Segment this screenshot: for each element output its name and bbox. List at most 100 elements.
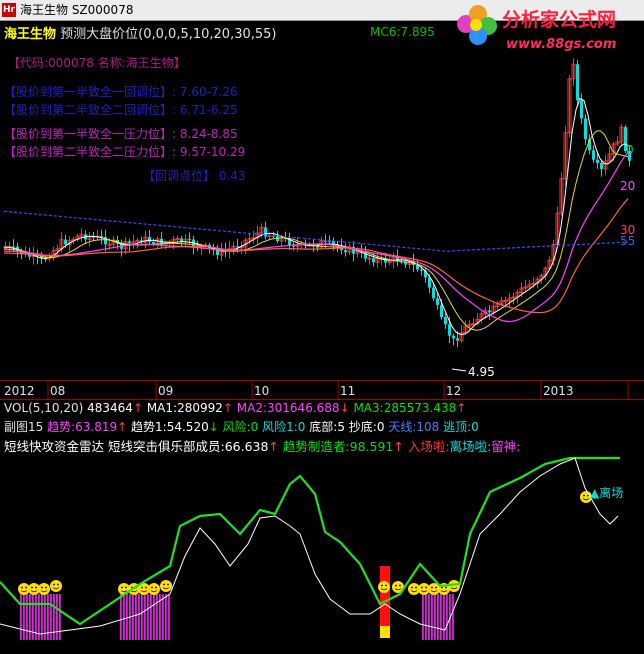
- signal-bar: [440, 594, 442, 640]
- trend-maker-line: [0, 456, 620, 626]
- candle-down: [444, 317, 447, 325]
- signal-bar: [41, 594, 43, 640]
- smiley-icon: [378, 581, 390, 593]
- signal-bar: [29, 594, 31, 640]
- signal-bar: [422, 594, 424, 640]
- smiley-eye: [45, 586, 47, 589]
- ma5-line: [3, 97, 629, 335]
- smiley-eye: [445, 586, 447, 589]
- axis-2012: 2012: [4, 384, 35, 398]
- candle-down: [420, 269, 423, 271]
- bottom-bar: [380, 626, 390, 638]
- vol-ma2: MA2:301646.688: [236, 401, 340, 415]
- candle-down: [592, 150, 595, 160]
- candle-down: [436, 298, 439, 306]
- smiley-icon: [160, 580, 172, 592]
- sub-header-1: 副图15 趋势:63.819↑ 趋势1:54.520↓ 风险:0 风险1:0 底…: [4, 420, 479, 434]
- oscillator-chart[interactable]: [0, 454, 644, 654]
- axis-08: 08: [50, 384, 65, 398]
- vol-label: VOL(5,10,20): [4, 401, 84, 415]
- candle-down: [148, 237, 151, 242]
- risk-bar: [380, 566, 390, 626]
- smiley-eye: [385, 584, 387, 587]
- candle-down: [596, 159, 599, 164]
- vol-ma1: MA1:280992: [146, 401, 223, 415]
- candle-down: [432, 287, 435, 299]
- smiley-eye: [41, 586, 43, 589]
- smiley-eye: [35, 586, 37, 589]
- smiley-eye: [399, 584, 401, 587]
- signal-bar: [32, 594, 34, 640]
- signal-bar: [153, 594, 155, 640]
- candle-down: [216, 250, 219, 256]
- candle-down: [624, 127, 627, 151]
- time-axis: 2012 08 09 10 11 12 2013: [0, 380, 644, 400]
- axis-2013: 2013: [543, 384, 574, 398]
- signal-bar: [452, 594, 454, 640]
- signal-bar: [144, 594, 146, 640]
- candle-down: [344, 250, 347, 253]
- axis-12: 12: [446, 384, 461, 398]
- sub-header-2: 短线快攻资金雷达 短线突击俱乐部成员:66.638↑ 趋势制造者:98.591↑…: [4, 439, 521, 454]
- candle-down: [12, 246, 15, 248]
- signal-bar: [150, 594, 152, 640]
- smiley-eye: [53, 583, 55, 586]
- signal-bar: [446, 594, 448, 640]
- candle-down: [448, 324, 451, 336]
- leave-marker: ▲离场: [590, 486, 624, 500]
- smiley-icon: [38, 583, 50, 595]
- candle-up: [503, 300, 508, 303]
- smiley-eye: [125, 586, 127, 589]
- signal-bar: [138, 594, 140, 640]
- smiley-eye: [411, 586, 413, 589]
- vol-value: 483464: [87, 401, 133, 415]
- candle-down: [488, 310, 491, 313]
- candle-down: [456, 338, 459, 341]
- signal-bar: [425, 594, 427, 640]
- signal-bar: [431, 594, 433, 640]
- window-title: 海王生物 SZ000078: [20, 3, 134, 17]
- smiley-eye: [121, 586, 123, 589]
- signal-bar: [132, 594, 134, 640]
- signal-bar: [20, 594, 22, 640]
- signal-bar: [147, 594, 149, 640]
- smiley-eye: [31, 586, 33, 589]
- signal-bar: [168, 594, 170, 640]
- candle-down: [152, 241, 155, 245]
- candle-down: [576, 64, 579, 101]
- smiley-eye: [25, 586, 27, 589]
- signal-bar: [428, 594, 430, 640]
- candle-down: [440, 305, 443, 318]
- smiley-eye: [151, 586, 153, 589]
- signal-bar: [26, 594, 28, 640]
- smiley-eye: [583, 494, 585, 497]
- smiley-eye: [57, 583, 59, 586]
- signal-bar: [165, 594, 167, 640]
- sub-chart-panel[interactable]: ▲离场: [0, 454, 644, 654]
- signal-bar: [135, 594, 137, 640]
- smiley-eye: [381, 584, 383, 587]
- signal-bar: [120, 594, 122, 640]
- candle-down: [316, 246, 319, 248]
- app-icon: Hr: [2, 3, 16, 17]
- smiley-eye: [21, 586, 23, 589]
- main-chart-panel[interactable]: 海王生物 预测大盘价位(0,0,0,5,10,20,30,55) MC6:7.8…: [0, 21, 644, 380]
- candle-down: [580, 100, 583, 119]
- candle-down: [628, 150, 631, 161]
- candle-down: [600, 163, 603, 169]
- signal-bar: [56, 594, 58, 640]
- candlestick-chart[interactable]: [0, 21, 644, 380]
- smiley-eye: [141, 586, 143, 589]
- signal-bar: [141, 594, 143, 640]
- candle-down: [324, 240, 327, 242]
- axis-09: 09: [158, 384, 173, 398]
- signal-bar: [443, 594, 445, 640]
- candle-up: [107, 243, 112, 246]
- low-price-pointer: [451, 368, 467, 372]
- candle-up: [367, 257, 372, 260]
- candle-down: [128, 241, 131, 244]
- signal-bar: [162, 594, 164, 640]
- smiley-eye: [425, 586, 427, 589]
- signal-bar: [59, 594, 61, 640]
- smiley-eye: [435, 586, 437, 589]
